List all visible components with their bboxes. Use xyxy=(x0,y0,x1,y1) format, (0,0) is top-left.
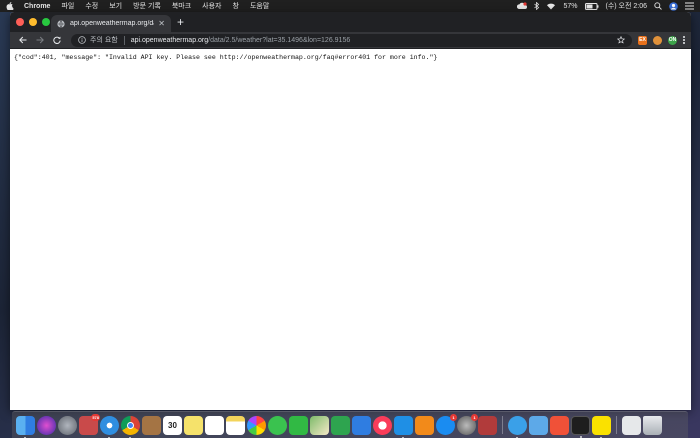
browser-toolbar: 주의 요함 api.openweathermap.org /data/2.5/w… xyxy=(10,32,691,49)
dock-appstore-icon[interactable]: 1 xyxy=(436,413,457,435)
menu-app-name[interactable]: Chrome xyxy=(24,3,50,10)
dock-separator-2 xyxy=(616,416,617,434)
dock-numbers-icon[interactable] xyxy=(331,415,350,435)
url-host: api.openweathermap.org xyxy=(130,36,209,44)
browser-window: api.openweathermap.org/data/ ✕ + 주의 요함 a… xyxy=(10,12,691,410)
dock-keynote-icon[interactable] xyxy=(352,415,371,435)
spotlight-search-icon[interactable] xyxy=(654,2,662,10)
reload-icon xyxy=(53,36,61,44)
menu-history[interactable]: 방문 기록 xyxy=(133,1,161,11)
dock-stickies-icon[interactable] xyxy=(184,415,203,435)
battery-percent: 57% xyxy=(563,2,578,10)
browser-tab-active[interactable]: api.openweathermap.org/data/ ✕ xyxy=(51,15,171,32)
security-warning-label[interactable]: 주의 요함 xyxy=(90,35,118,45)
dock-siri-icon[interactable] xyxy=(37,415,56,435)
notification-center-icon[interactable] xyxy=(685,2,694,10)
dock: 578 30 1 1 xyxy=(12,411,688,438)
reload-button[interactable] xyxy=(50,33,64,47)
dock-terminal-icon[interactable] xyxy=(571,415,590,438)
menu-people[interactable]: 사용자 xyxy=(202,1,221,11)
dock-reminders-icon[interactable] xyxy=(205,415,224,435)
dock-screenshot-icon[interactable] xyxy=(478,415,497,435)
forward-button[interactable] xyxy=(33,33,47,47)
new-tab-button[interactable]: + xyxy=(177,16,184,28)
status-area: 57% (수) 오전 2:06 xyxy=(517,1,694,11)
globe-favicon-icon xyxy=(57,19,65,28)
dock-calendar-icon[interactable]: 30 xyxy=(163,415,182,435)
minimize-window-button[interactable] xyxy=(29,18,37,26)
battery-icon[interactable] xyxy=(584,2,599,10)
dock-notebook-icon[interactable] xyxy=(142,415,161,435)
dock-launchpad-icon[interactable] xyxy=(58,415,77,435)
menu-view[interactable]: 보기 xyxy=(109,1,122,11)
tab-close-icon[interactable]: ✕ xyxy=(158,19,165,28)
dock-maps-icon[interactable] xyxy=(310,415,329,435)
dock-finder-icon[interactable] xyxy=(16,415,35,438)
fullscreen-window-button[interactable] xyxy=(42,18,50,26)
dock-music-icon[interactable] xyxy=(373,415,392,435)
dock-downloads-icon[interactable] xyxy=(622,415,641,435)
user-avatar-icon[interactable] xyxy=(669,1,678,11)
dock-safari-icon[interactable] xyxy=(100,415,119,438)
ext-round-icon[interactable] xyxy=(653,35,662,45)
dock-facetime-icon[interactable] xyxy=(289,415,308,435)
dock-app-folder-icon[interactable] xyxy=(529,415,548,435)
menu-file[interactable]: 파일 xyxy=(61,1,74,11)
menu-help[interactable]: 도움말 xyxy=(250,1,269,11)
dock-system-preferences-icon[interactable]: 1 xyxy=(457,413,478,435)
bookmark-star-icon[interactable] xyxy=(617,36,625,44)
dock-kakaotalk-icon[interactable] xyxy=(592,415,611,438)
bluetooth-icon[interactable] xyxy=(534,2,540,10)
menu-window[interactable]: 창 xyxy=(233,1,239,11)
dock-notes-icon[interactable] xyxy=(226,415,245,435)
photos-badge: 578 xyxy=(91,413,100,421)
dock-photos-icon[interactable] xyxy=(247,415,266,435)
arrow-right-icon xyxy=(36,36,44,44)
dock-trash-icon[interactable] xyxy=(643,415,662,435)
menubar-clock[interactable]: (수) 오전 2:06 xyxy=(606,1,648,11)
tab-title: api.openweathermap.org/data/ xyxy=(70,20,154,27)
menu-bookmarks[interactable]: 북마크 xyxy=(172,1,191,11)
chrome-menu-icon[interactable] xyxy=(683,36,685,44)
close-window-button[interactable] xyxy=(16,18,24,26)
dock-finder2-icon[interactable] xyxy=(508,415,527,438)
url-path: /data/2.5/weather?lat=35.1496&lon=126.91… xyxy=(208,36,351,44)
info-icon[interactable] xyxy=(78,36,86,44)
window-controls xyxy=(16,18,50,26)
tab-strip: api.openweathermap.org/data/ ✕ + xyxy=(10,12,691,32)
apple-menu-icon[interactable] xyxy=(6,2,14,10)
back-button[interactable] xyxy=(16,33,30,47)
arrow-left-icon xyxy=(19,36,27,44)
menu-edit[interactable]: 수정 xyxy=(85,1,98,11)
menu-bar: Chrome 파일 수정 보기 방문 기록 북마크 사용자 창 도움말 57% … xyxy=(0,0,700,12)
ext-orange-icon[interactable]: EX xyxy=(638,35,647,45)
page-content: {"cod":401, "message": "Invalid API key.… xyxy=(10,49,691,66)
dock-messages-icon[interactable] xyxy=(268,415,287,435)
omnibox-divider xyxy=(123,35,125,45)
address-bar[interactable]: 주의 요함 api.openweathermap.org /data/2.5/w… xyxy=(71,33,632,47)
dock-vscode-icon[interactable] xyxy=(394,415,413,438)
dock-photo-booth-icon[interactable]: 578 xyxy=(79,413,100,435)
wifi-icon[interactable] xyxy=(546,2,556,10)
dock-chrome-icon[interactable] xyxy=(121,415,140,438)
json-response-text: {"cod":401, "message": "Invalid API key.… xyxy=(14,54,438,61)
dock-swift-icon[interactable] xyxy=(550,415,569,435)
creative-cloud-icon[interactable] xyxy=(517,2,528,10)
ext-green-icon[interactable]: ON xyxy=(668,35,677,45)
appstore-badge: 1 xyxy=(450,413,457,421)
calendar-day: 30 xyxy=(168,420,177,430)
sysprefs-badge: 1 xyxy=(471,413,478,421)
dock-separator xyxy=(502,416,503,434)
dock-books-icon[interactable] xyxy=(415,415,434,435)
